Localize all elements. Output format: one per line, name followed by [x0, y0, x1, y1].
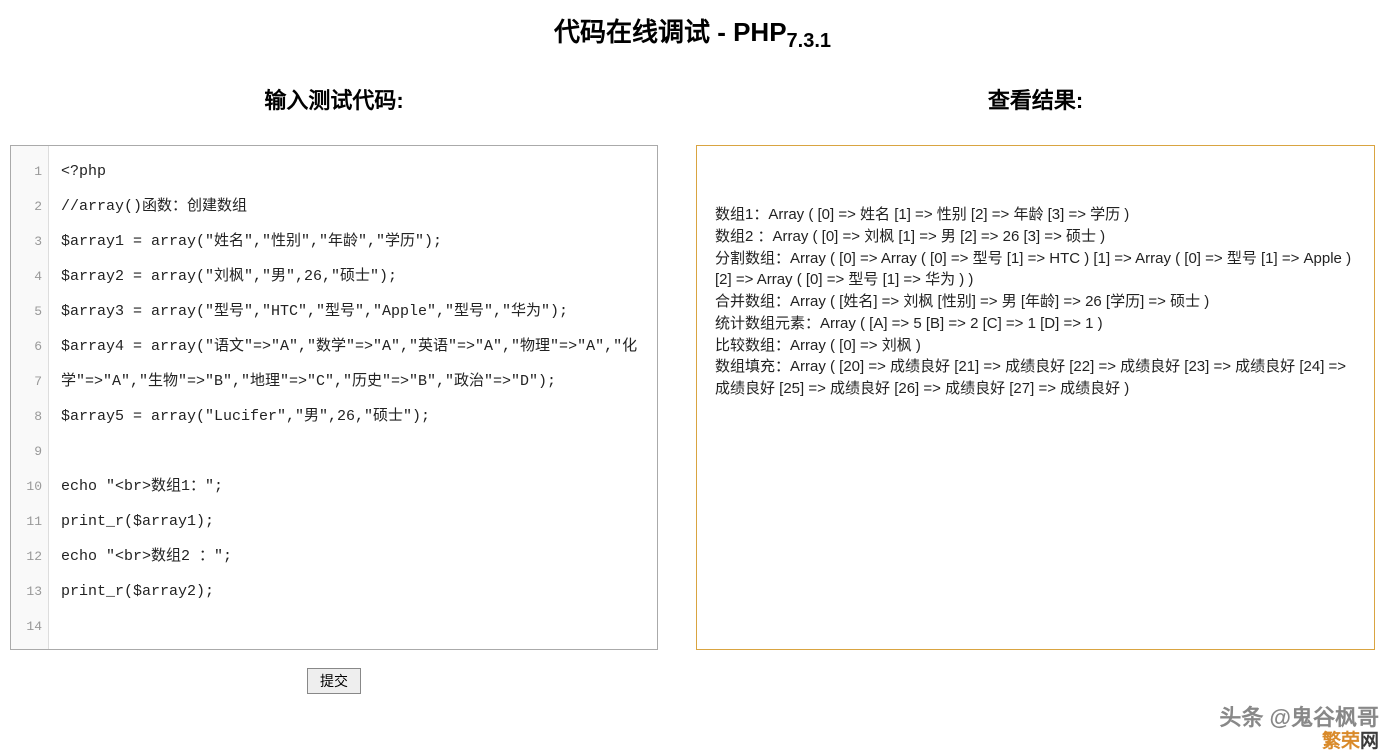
code-line[interactable]: <?php: [61, 154, 645, 189]
line-number: 2: [11, 189, 48, 224]
line-number: 6: [11, 329, 48, 364]
result-output: 数组1：Array ( [0] => 姓名 [1] => 性别 [2] => 年…: [696, 145, 1375, 650]
line-number: 11: [11, 504, 48, 539]
line-number: 12: [11, 539, 48, 574]
watermark-site-part2: 网: [1360, 731, 1379, 752]
line-number: 1: [11, 154, 48, 189]
code-line[interactable]: [61, 434, 645, 469]
code-line[interactable]: [61, 609, 645, 644]
watermark-site-part1: 繁荣: [1322, 731, 1360, 752]
code-line[interactable]: $array4 = array("语文"=>"A","数学"=>"A","英语"…: [61, 329, 645, 399]
line-number: 3: [11, 224, 48, 259]
code-line[interactable]: $array2 = array("刘枫","男",26,"硕士");: [61, 259, 645, 294]
code-editor: 1234567891011121314 <?php//array()函数：创建数…: [10, 145, 658, 650]
line-number: 10: [11, 469, 48, 504]
line-number: 5: [11, 294, 48, 329]
result-section-title: 查看结果:: [696, 83, 1375, 115]
input-section-title: 输入测试代码:: [10, 83, 658, 115]
code-line[interactable]: echo "<br>数组1：";: [61, 469, 645, 504]
line-number: 9: [11, 434, 48, 469]
line-number: 8: [11, 399, 48, 434]
code-line[interactable]: print_r($array1);: [61, 504, 645, 539]
left-panel: 输入测试代码: 1234567891011121314 <?php//array…: [10, 83, 658, 694]
code-line[interactable]: print_r($array2);: [61, 574, 645, 609]
code-line[interactable]: $array5 = array("Lucifer","男",26,"硕士");: [61, 399, 645, 434]
line-number: 4: [11, 259, 48, 294]
code-line[interactable]: echo "<br>数组2 ：";: [61, 539, 645, 574]
title-main: 代码在线调试 - PHP: [554, 17, 787, 47]
line-number: 14: [11, 609, 48, 644]
code-line[interactable]: $array1 = array("姓名","性别","年龄","学历");: [61, 224, 645, 259]
code-line[interactable]: $array3 = array("型号","HTC","型号","Apple",…: [61, 294, 645, 329]
line-number: 13: [11, 574, 48, 609]
page-title: 代码在线调试 - PHP7.3.1: [0, 0, 1385, 83]
php-version: 7.3.1: [787, 30, 831, 52]
line-number-gutter: 1234567891011121314: [11, 146, 49, 649]
right-panel: 查看结果: 数组1：Array ( [0] => 姓名 [1] => 性别 [2…: [696, 83, 1375, 694]
watermark-site: 繁荣网: [1322, 726, 1379, 753]
line-number: 7: [11, 364, 48, 399]
code-line[interactable]: //array()函数：创建数组: [61, 189, 645, 224]
main-container: 输入测试代码: 1234567891011121314 <?php//array…: [0, 83, 1385, 694]
submit-button[interactable]: 提交: [307, 668, 361, 694]
submit-row: 提交: [10, 668, 658, 694]
code-input-area[interactable]: <?php//array()函数：创建数组$array1 = array("姓名…: [49, 146, 657, 649]
